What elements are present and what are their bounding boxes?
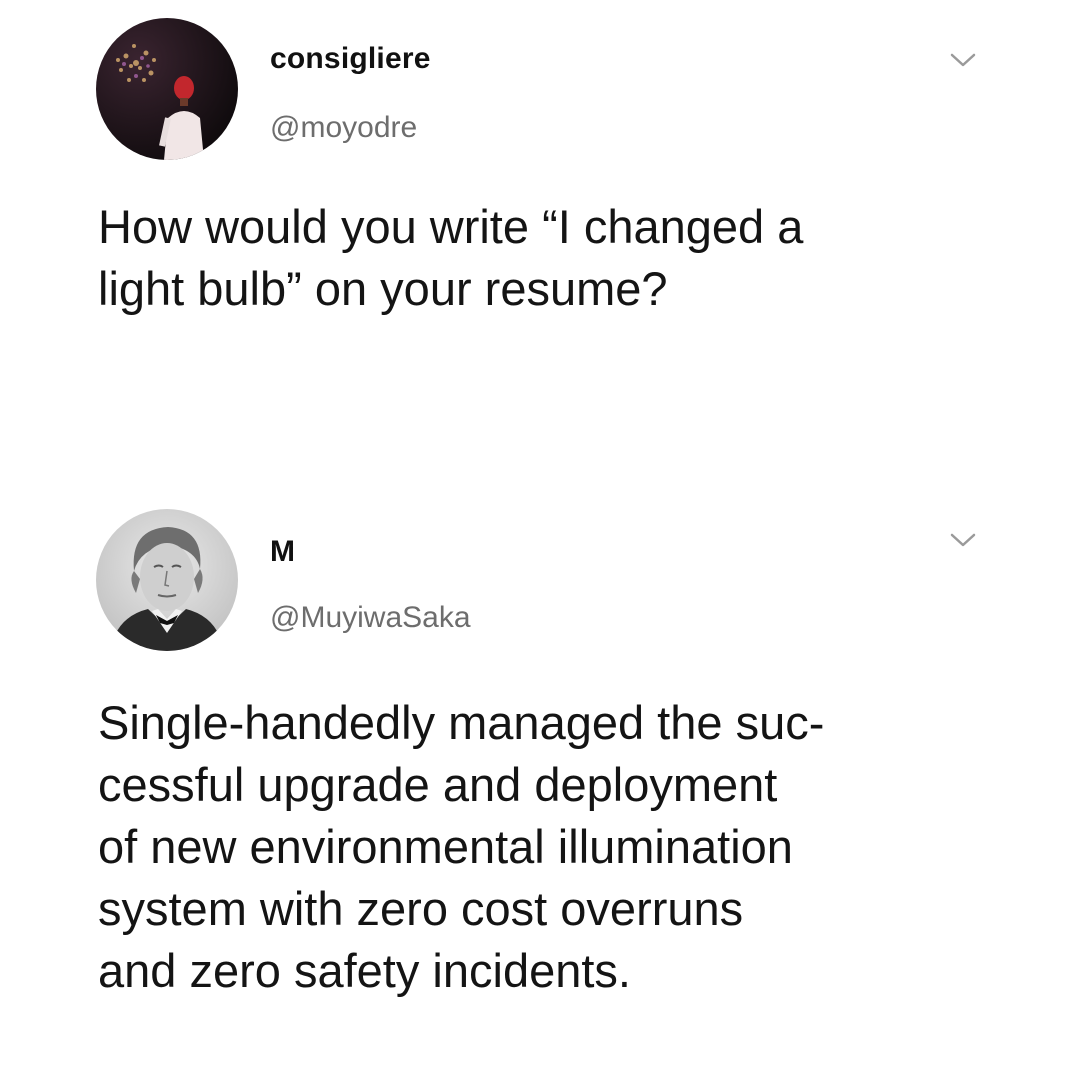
tweet-text-line: and zero safety incidents.	[98, 944, 631, 997]
avatar-fireworks-person-icon	[96, 18, 238, 160]
avatar-vintage-portrait-icon	[96, 509, 238, 651]
user-handle[interactable]: @moyodre	[270, 111, 417, 145]
tweet-card: consigliere @moyodre How would you write…	[0, 0, 1080, 470]
user-handle[interactable]: @MuyiwaSaka	[270, 601, 471, 635]
avatar[interactable]	[96, 509, 238, 651]
tweet-text: Single-handedly managed the suc- cessful…	[98, 692, 998, 1002]
tweet-card: M @MuyiwaSaka Single-handedly managed th…	[0, 500, 1080, 1065]
display-name[interactable]: M	[270, 535, 295, 569]
tweet-text-line: How would you write “I changed a	[98, 200, 804, 253]
chevron-down-icon[interactable]	[946, 527, 980, 553]
tweet-text-line: system with zero cost overruns	[98, 882, 744, 935]
tweet-text-line: cessful upgrade and deployment	[98, 758, 778, 811]
tweet-text-line: of new environmental illumination	[98, 820, 793, 873]
tweet-text-line: light bulb” on your resume?	[98, 262, 668, 315]
tweet-text-line: Single-handedly managed the suc-	[98, 696, 825, 749]
tweet-text: How would you write “I changed a light b…	[98, 196, 998, 320]
chevron-down-icon[interactable]	[946, 47, 980, 73]
display-name[interactable]: consigliere	[270, 42, 431, 76]
avatar[interactable]	[96, 18, 238, 160]
